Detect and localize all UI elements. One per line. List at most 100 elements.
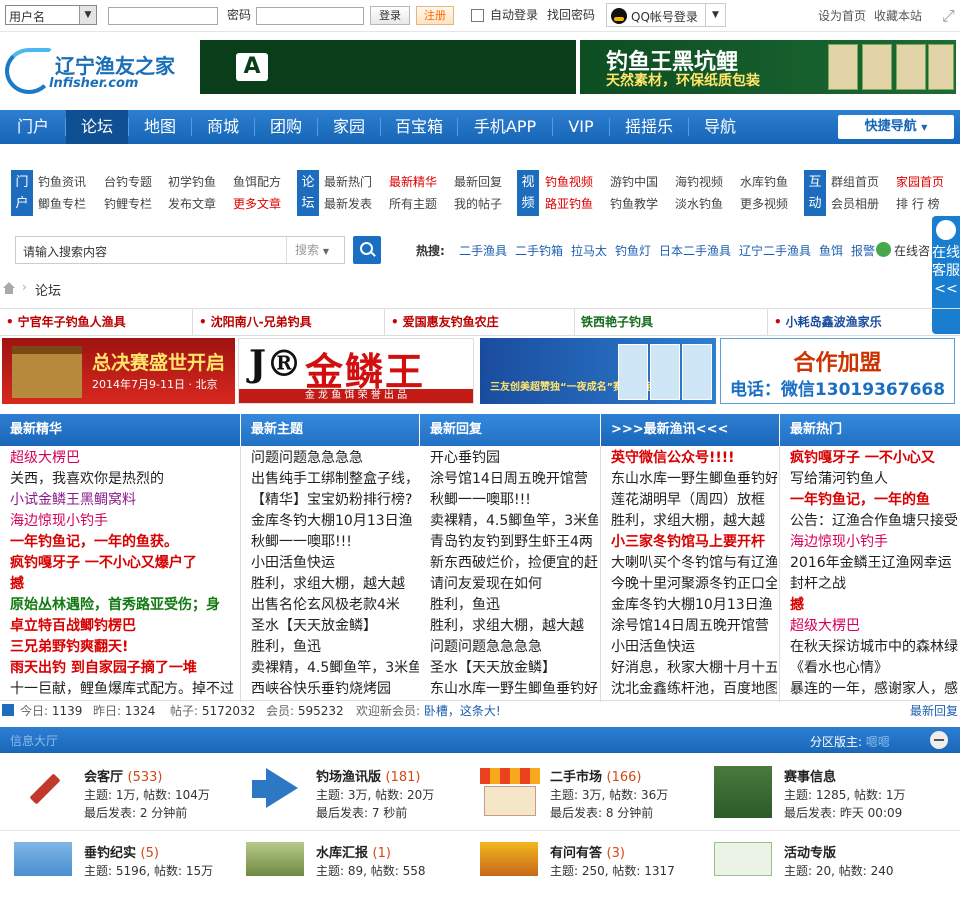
- nav-groupbuy[interactable]: 团购: [255, 110, 317, 144]
- nav-mall[interactable]: 商城: [192, 110, 254, 144]
- thread-link[interactable]: 开心垂钓园: [430, 448, 598, 469]
- home-icon[interactable]: [2, 282, 16, 294]
- thread-link[interactable]: 胜利，求组大棚，越大越: [251, 574, 419, 595]
- subnav-link[interactable]: 游钓中国: [610, 175, 658, 189]
- chevron-down-icon[interactable]: ▼: [705, 4, 725, 26]
- col-header-new-topics[interactable]: 最新主题: [241, 414, 419, 446]
- nav-home[interactable]: 家园: [318, 110, 380, 144]
- new-member-link[interactable]: 卧槽，这条大!: [424, 704, 501, 718]
- thread-link[interactable]: 莲花湖明早（周四）放框: [611, 490, 777, 511]
- online-chat-link[interactable]: 在线咨: [894, 242, 930, 259]
- hot-search-link[interactable]: 辽宁二手渔具: [739, 242, 811, 259]
- find-password-link[interactable]: 找回密码: [547, 6, 595, 24]
- forum-title[interactable]: 钓场渔讯版: [316, 770, 381, 785]
- thread-link[interactable]: 出售名伦玄风极老款4米: [251, 595, 419, 616]
- forum-title[interactable]: 会客厅: [84, 770, 123, 785]
- thread-link[interactable]: 英守微信公众号!!!!: [611, 448, 777, 469]
- subnav-link[interactable]: 排 行 榜: [896, 197, 940, 211]
- hot-search-link[interactable]: 报警: [851, 242, 875, 259]
- subnav-link[interactable]: 水库钓鱼: [740, 175, 788, 189]
- thread-link[interactable]: 卓立特百战鲫钓楞巴: [10, 616, 238, 637]
- thread-link[interactable]: 在秋天探访城市中的森林绿: [790, 637, 958, 658]
- forum-card[interactable]: 赛事信息 主题: 1285, 帖数: 1万 最后发表: 昨天 00:09: [714, 766, 944, 826]
- thread-link[interactable]: 小田活鱼快运: [611, 637, 777, 658]
- forum-card[interactable]: 水库汇报 (1) 主题: 89, 帖数: 558: [246, 842, 476, 902]
- sponsor-link[interactable]: • 沈阳南八-兄弟钓具: [193, 309, 385, 336]
- register-button[interactable]: 注册: [416, 6, 454, 25]
- thread-link[interactable]: 请问友爱现在如何: [430, 574, 598, 595]
- thread-link[interactable]: 2016年金鳞王辽渔网幸运: [790, 553, 958, 574]
- thread-link[interactable]: 【精华】宝宝奶粉排行榜?: [251, 490, 419, 511]
- nav-forum[interactable]: 论坛: [66, 110, 128, 144]
- banner-ad-fish-king[interactable]: 钓鱼王黑坑鲤 天然素材，环保纸质包装: [580, 40, 956, 94]
- sponsor-link[interactable]: 铁西艳子钓具: [575, 309, 768, 336]
- subnav-link[interactable]: 群组首页: [831, 175, 879, 189]
- sponsor-link[interactable]: • 小耗岛鑫波渔家乐: [768, 309, 960, 336]
- thread-link[interactable]: 小田活鱼快运: [251, 553, 419, 574]
- thread-link[interactable]: 胜利，求组大棚，越大越: [611, 511, 777, 532]
- thread-link[interactable]: 卖裸精，4.5鲫鱼竿，3米鱼: [430, 511, 598, 532]
- subnav-link[interactable]: 最新热门: [324, 175, 372, 189]
- thread-link[interactable]: 疯钓嘎牙子 一不小心又: [790, 448, 958, 469]
- banner-final-match[interactable]: 总决赛盛世开启 2014年7月9-11日 · 北京: [2, 338, 235, 404]
- thread-link[interactable]: 涂号馆14日周五晚开馆营: [430, 469, 598, 490]
- hot-search-link[interactable]: 二手钓箱: [515, 242, 563, 259]
- subnav-link[interactable]: 更多文章: [233, 197, 281, 211]
- hot-search-link[interactable]: 拉马太: [571, 242, 607, 259]
- thread-link[interactable]: 青岛钓友钓到野生虾王4两: [430, 532, 598, 553]
- banner-golden-scale-king[interactable]: J® 金鳞王 金 龙 鱼 饵 荣 誉 出 品: [238, 338, 474, 404]
- breadcrumb[interactable]: 论坛: [35, 280, 61, 299]
- subnav-link[interactable]: 鲫鱼专栏: [38, 197, 86, 211]
- subnav-link[interactable]: 钓鲤专栏: [104, 197, 152, 211]
- subnav-link[interactable]: 会员相册: [831, 197, 879, 211]
- subnav-link[interactable]: 家园首页: [896, 175, 944, 189]
- search-icon[interactable]: [353, 236, 381, 264]
- auto-login-checkbox[interactable]: [471, 9, 484, 22]
- thread-link[interactable]: 胜利，鱼迅: [251, 637, 419, 658]
- thread-link[interactable]: 公告：辽渔合作鱼塘只接受: [790, 511, 958, 532]
- thread-link[interactable]: 封杆之战: [790, 574, 958, 595]
- thread-link[interactable]: 出售纯手工绑制整盒子线，: [251, 469, 419, 490]
- thread-link[interactable]: 海边惊现小钓手: [10, 511, 238, 532]
- forum-title[interactable]: 水库汇报: [316, 846, 368, 861]
- quick-nav-button[interactable]: 快捷导航 ▼: [838, 115, 954, 139]
- thread-link[interactable]: 新东西破烂价，捡便宜的赶: [430, 553, 598, 574]
- password-input[interactable]: [256, 7, 364, 25]
- thread-link[interactable]: 小试金鳞王黑鲷窝料: [10, 490, 238, 511]
- forum-title[interactable]: 赛事信息: [784, 770, 836, 785]
- subnav-link[interactable]: 钓鱼视频: [545, 175, 593, 189]
- thread-link[interactable]: 圣水【天天放金鳞】: [251, 616, 419, 637]
- qq-login-button[interactable]: QQ帐号登录 ▼: [606, 3, 726, 27]
- thread-link[interactable]: 好消息，秋家大棚十月十五: [611, 658, 777, 679]
- forum-card[interactable]: 二手市场 (166) 主题: 3万, 帖数: 36万 最后发表: 8 分钟前: [480, 766, 710, 826]
- thread-link[interactable]: 东山水库一野生鲫鱼垂钓好: [430, 679, 598, 700]
- subnav-link[interactable]: 所有主题: [389, 197, 437, 211]
- thread-link[interactable]: 撼: [790, 595, 958, 616]
- forum-card[interactable]: 会客厅 (533) 主题: 1万, 帖数: 104万 最后发表: 2 分钟前: [14, 766, 244, 826]
- forum-title[interactable]: 二手市场: [550, 770, 602, 785]
- forum-title[interactable]: 活动专版: [784, 846, 836, 861]
- forum-last-post[interactable]: 最后发表: 2 分钟前: [84, 804, 187, 821]
- thread-link[interactable]: 大喇叭买个冬钓馆与有辽渔: [611, 553, 777, 574]
- thread-link[interactable]: 金库冬钓大棚10月13日渔: [611, 595, 777, 616]
- nav-mobile-app[interactable]: 手机APP: [458, 110, 552, 144]
- thread-link[interactable]: 一年钓鱼记，一年的鱼: [790, 490, 958, 511]
- moderator-link[interactable]: 嗯嗯: [866, 735, 890, 749]
- subnav-link[interactable]: 钓鱼教学: [610, 197, 658, 211]
- subnav-link[interactable]: 我的帖子: [454, 197, 502, 211]
- hot-search-link[interactable]: 二手渔具: [459, 242, 507, 259]
- col-header-hot[interactable]: 最新热门: [780, 414, 960, 446]
- forum-card[interactable]: 有问有答 (3) 主题: 250, 帖数: 1317: [480, 842, 710, 902]
- thread-link[interactable]: 卖裸精，4.5鲫鱼竿，3米鱼: [251, 658, 419, 679]
- banner-cooperation[interactable]: 合作加盟 电话：微信13019367668: [720, 338, 955, 404]
- site-logo[interactable]: 辽宁渔友之家 lnfisher.com: [3, 40, 175, 98]
- thread-link[interactable]: 东山水库一野生鲫鱼垂钓好: [611, 469, 777, 490]
- forum-last-post[interactable]: 最后发表: 昨天 00:09: [784, 804, 902, 821]
- nav-navigation[interactable]: 导航: [689, 110, 751, 144]
- thread-link[interactable]: 今晚十里河聚源冬钓正口全: [611, 574, 777, 595]
- nav-toolbox[interactable]: 百宝箱: [381, 110, 457, 144]
- col-header-new-replies[interactable]: 最新回复: [420, 414, 600, 446]
- thread-link[interactable]: 暴连的一年，感谢家人，感: [790, 679, 958, 700]
- subnav-link[interactable]: 发布文章: [168, 197, 216, 211]
- forum-last-post[interactable]: 最后发表: 8 分钟前: [550, 804, 653, 821]
